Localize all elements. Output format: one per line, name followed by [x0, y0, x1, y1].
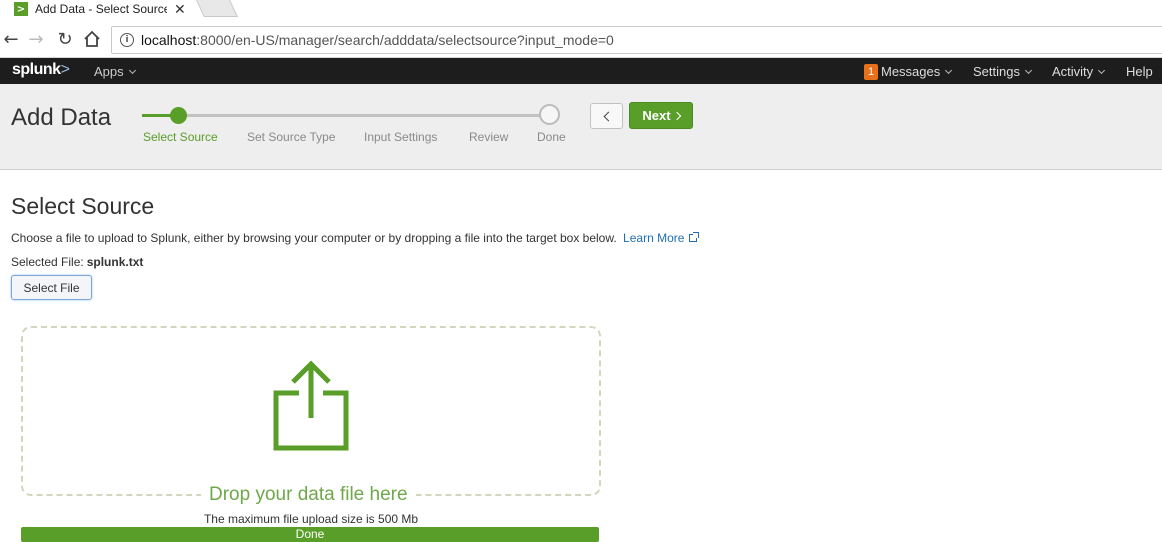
messages-menu[interactable]: 1 Messages	[864, 64, 953, 81]
learn-more-link[interactable]: Learn More	[623, 231, 700, 245]
splunk-favicon-icon: >	[14, 2, 28, 16]
chevron-down-icon	[1024, 66, 1033, 75]
new-tab-button[interactable]	[196, 0, 238, 17]
select-file-button[interactable]: Select File	[11, 275, 92, 300]
chevron-right-icon	[672, 111, 681, 120]
current-step-marker	[170, 107, 187, 124]
step-review: Review	[469, 130, 509, 144]
settings-menu[interactable]: Settings	[973, 64, 1033, 79]
splunk-logo[interactable]: splunk>	[12, 61, 70, 79]
max-size-note: The maximum file upload size is 500 Mb	[203, 512, 419, 526]
upload-icon	[273, 360, 349, 451]
chevron-left-icon	[603, 111, 613, 121]
chevron-down-icon	[1098, 66, 1106, 75]
step-done: Done	[537, 130, 566, 144]
splunk-top-bar: splunk> Apps 1 Messages Settings Activity…	[0, 58, 1162, 90]
section-title: Select Source	[11, 193, 155, 219]
step-select-source: Select Source	[143, 130, 218, 144]
selected-file-info: Selected File: splunk.txt	[11, 255, 143, 269]
messages-count-badge: 1	[864, 64, 878, 80]
wizard-progress-track	[142, 114, 550, 117]
tab-title: Add Data - Select Source	[35, 2, 167, 16]
selected-file-name: splunk.txt	[86, 255, 144, 269]
page-title: Add Data	[11, 104, 112, 131]
selected-file-label: Selected File:	[11, 255, 84, 269]
instructions-text: Choose a file to upload to Splunk, eithe…	[11, 231, 700, 245]
apps-menu[interactable]: Apps	[94, 64, 136, 79]
back-button[interactable]	[590, 103, 623, 129]
activity-menu[interactable]: Activity	[1052, 64, 1106, 79]
add-data-header: Add Data Select Source Set Source Type I…	[0, 84, 1162, 170]
step-set-source-type: Set Source Type	[247, 130, 336, 144]
chevron-down-icon	[945, 66, 953, 75]
back-arrow-icon[interactable]: ←	[0, 28, 22, 50]
site-info-icon[interactable]: i	[120, 33, 134, 47]
tab-close-icon[interactable]: ✕	[174, 2, 186, 16]
step-input-settings: Input Settings	[364, 130, 438, 144]
browser-address-bar: ← → ↻ i localhost:8000/en-US/manager/sea…	[0, 22, 1162, 58]
forward-arrow-icon[interactable]: →	[25, 28, 47, 50]
home-icon[interactable]	[81, 28, 103, 50]
url-input[interactable]: i localhost:8000/en-US/manager/search/ad…	[111, 26, 1162, 54]
reload-icon[interactable]: ↻	[54, 28, 76, 50]
next-button[interactable]: Next	[629, 102, 693, 129]
browser-tab[interactable]: > Add Data - Select Source ✕	[10, 0, 193, 18]
external-link-icon	[689, 232, 700, 242]
browser-tab-bar: > Add Data - Select Source ✕	[0, 0, 1162, 22]
final-step-marker	[539, 104, 560, 125]
chevron-down-icon	[128, 66, 136, 75]
url-text: localhost:8000/en-US/manager/search/addd…	[141, 32, 614, 48]
upload-progress-bar: Done	[21, 527, 599, 542]
drop-file-text: Drop your data file here	[201, 484, 416, 506]
